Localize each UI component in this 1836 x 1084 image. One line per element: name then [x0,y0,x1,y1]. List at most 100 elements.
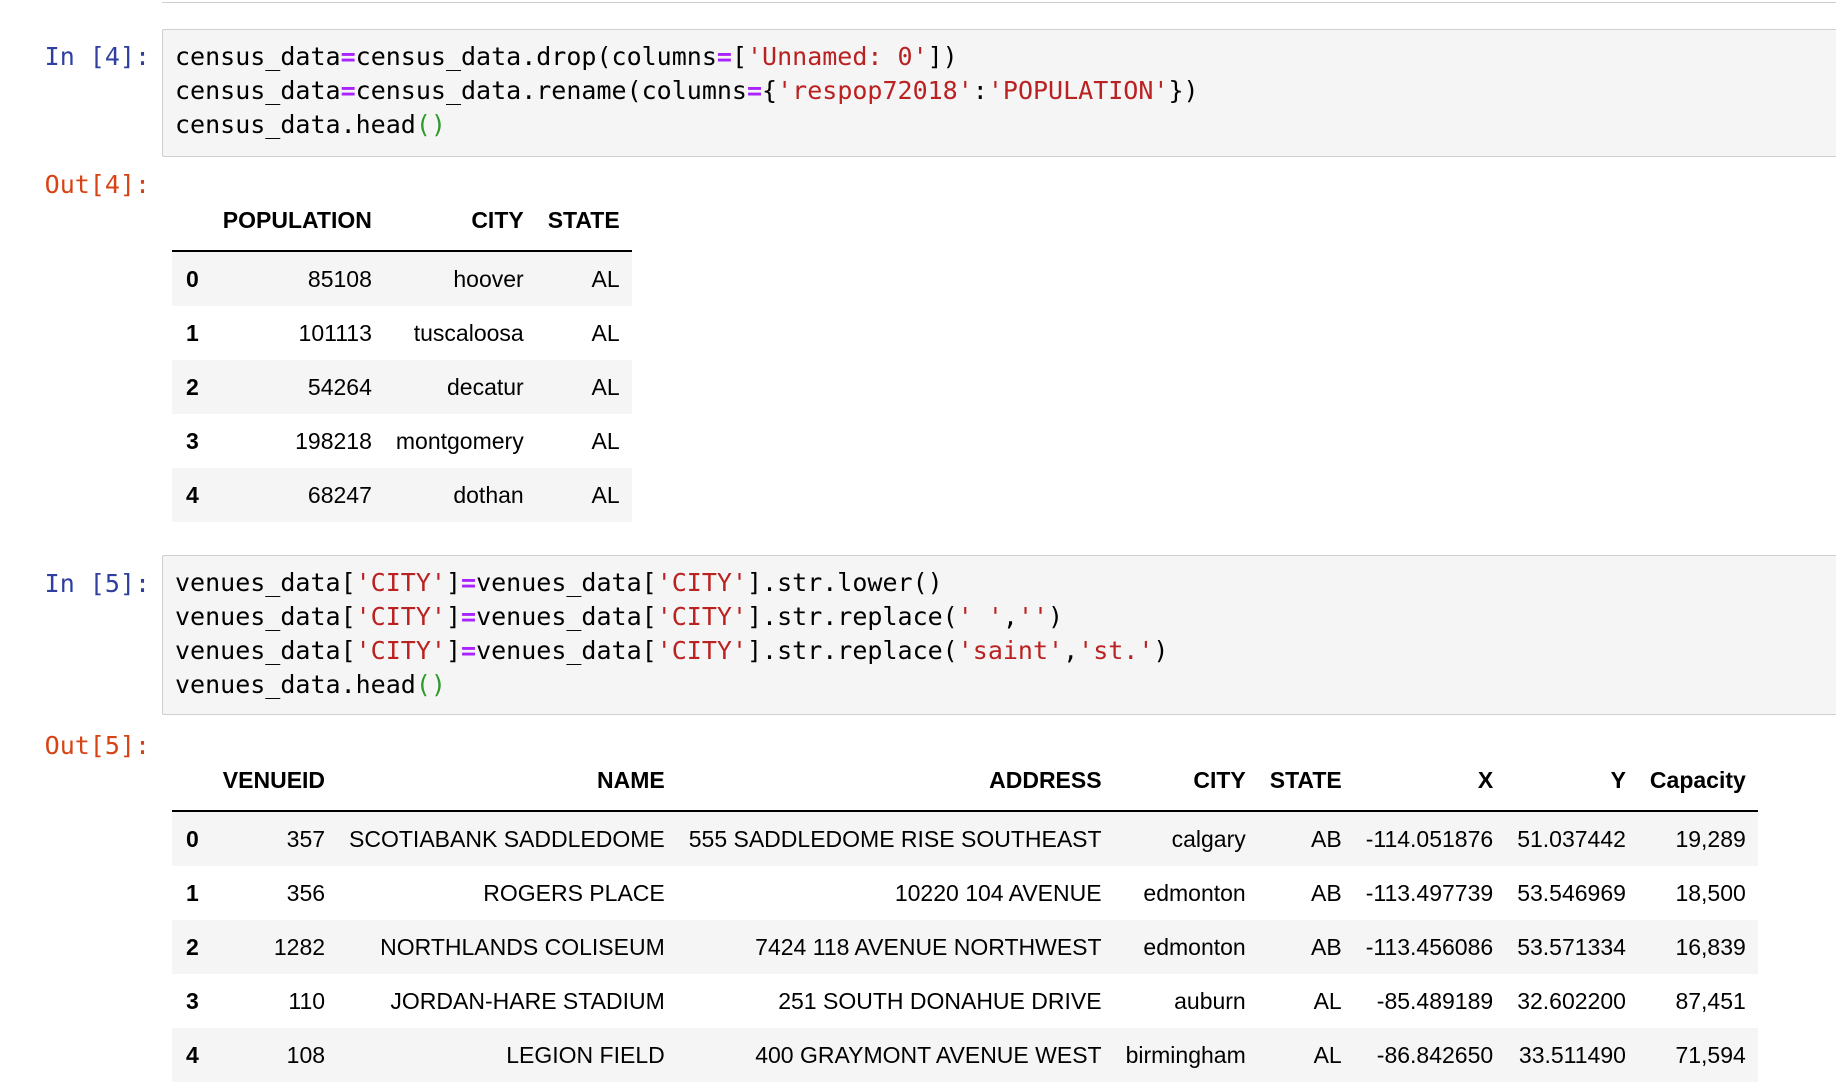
table-cell: AL [591,373,620,400]
column-header: POPULATION [210,190,384,252]
table-cell: 110 [288,987,326,1014]
code-token-op: = [340,76,356,105]
code-token-str: 'respop72018' [777,76,973,105]
table-header-row: VENUEID NAME ADDRESS CITY STATE X Y Capacity [172,750,1758,812]
code-input-cell-5[interactable]: venues_data['CITY']=venues_data['CITY'].… [162,555,1836,715]
out-prompt-4: Out[4]: [44,170,150,199]
table-cell: 54264 [307,373,372,400]
column-header: NAME [337,750,677,812]
table-cell: AL [591,319,620,346]
out-prompt-5: Out[5]: [44,731,150,760]
code-token: , [1063,636,1079,665]
table-cell: 85108 [307,265,372,292]
code-token-str: 'CITY' [355,568,446,597]
code-line: census_data=census_data.rename(columns={… [175,74,1827,108]
table-cell: dothan [453,481,524,508]
code-token-str: '' [1017,602,1049,631]
row-index: 1 [186,879,199,906]
column-header: ADDRESS [676,750,1114,812]
code-token: ]) [927,42,958,71]
table-cell: 198218 [295,427,372,454]
table-cell: AL [591,481,620,508]
table-cell: 18,500 [1675,879,1746,906]
table-cell: 356 [286,879,326,906]
in-prompt-5: In [5]: [44,569,150,598]
table-row: 1 356 ROGERS PLACE 10220 104 AVENUE edmonton… [172,866,1758,920]
code-token-op: = [746,76,763,105]
table-cell: 7424 118 AVENUE NORTHWEST [755,933,1102,960]
code-token: venues_data[ [476,602,657,631]
row-index: 0 [186,825,199,852]
code-token-str: 'POPULATION' [987,76,1169,105]
table-cell: 555 SADDLEDOME RISE SOUTHEAST [688,825,1102,852]
code-token-str: 'CITY' [355,602,446,631]
table-cell: tuscaloosa [413,319,524,346]
code-token: census_data.drop(columns [355,42,717,71]
code-token-str: 'CITY' [656,636,747,665]
code-token-op: = [716,42,732,71]
table-cell: AL [1313,987,1342,1014]
table-cell: -86.842650 [1376,1041,1494,1068]
column-header: Y [1505,750,1638,812]
table-cell: 16,839 [1675,933,1746,960]
code-line: census_data.head() [175,108,1827,142]
code-token: venues_data.head [175,670,416,699]
table-cell: -113.497739 [1365,879,1494,906]
code-token: [ [731,42,747,71]
table-cell: JORDAN-HARE STADIUM [390,987,665,1014]
table-cell: edmonton [1143,933,1246,960]
table-row: 3 110 JORDAN-HARE STADIUM 251 SOUTH DONAHUE… [172,974,1758,1028]
code-token: venues_data[ [175,636,356,665]
table-cell: calgary [1171,825,1246,852]
table-cell: ROGERS PLACE [483,879,665,906]
code-token: ) [1153,636,1169,665]
column-header: CITY [383,190,536,252]
table-row: 0 85108 hoover AL [172,251,632,306]
code-token: }) [1168,76,1199,105]
code-input-cell-4[interactable]: census_data=census_data.drop(columns=['U… [162,29,1836,157]
table-cell: birmingham [1125,1041,1246,1068]
table-row: 0 357 SCOTIABANK SADDLEDOME 555 SADDLEDOME … [172,811,1758,866]
code-token: venues_data[ [476,636,657,665]
table-cell: 33.511490 [1518,1041,1626,1068]
column-header: VENUEID [210,750,338,812]
row-index: 0 [186,265,199,292]
table-cell: 19,289 [1675,825,1746,852]
code-block: census_data=census_data.drop(columns=['U… [175,40,1827,142]
column-header: STATE [535,190,632,252]
table-cell: 71,594 [1675,1041,1746,1068]
table-cell: hoover [453,265,524,292]
code-line: venues_data['CITY']=venues_data['CITY'].… [175,566,1827,600]
table-cell: 32.602200 [1517,987,1626,1014]
table-cell: AL [591,427,620,454]
table-row: 4 108 LEGION FIELD 400 GRAYMONT AVENUE WEST… [172,1028,1758,1082]
table-cell: 400 GRAYMONT AVENUE WEST [755,1041,1102,1068]
code-token: census_data [175,42,341,71]
previous-cell-border [162,0,1836,3]
table-cell: 251 SOUTH DONAHUE DRIVE [778,987,1102,1014]
code-token: census_data.rename(columns [355,76,747,105]
row-index: 4 [186,481,199,508]
code-token: , [1002,602,1018,631]
table-cell: 357 [286,825,326,852]
table-cell: AB [1311,879,1342,906]
code-token-op: = [461,602,477,631]
table-cell: SCOTIABANK SADDLEDOME [349,825,665,852]
table-cell: 68247 [307,481,372,508]
code-token-op: = [461,636,477,665]
table-cell: -85.489189 [1376,987,1494,1014]
code-token: ) [1048,602,1064,631]
code-token: venues_data[ [175,602,356,631]
code-token-paren: () [415,670,446,699]
table-cell: AB [1311,933,1342,960]
code-token: venues_data[ [175,568,356,597]
code-token-str: 'saint' [957,636,1064,665]
code-token: ] [445,602,461,631]
code-token-op: = [461,568,477,597]
column-header: STATE [1257,750,1354,812]
code-token-str: 'Unnamed: 0' [747,42,928,71]
code-token: { [762,76,778,105]
table-cell: 87,451 [1675,987,1746,1014]
code-token-str: 'CITY' [656,568,747,597]
code-token-str: ' ' [957,602,1003,631]
